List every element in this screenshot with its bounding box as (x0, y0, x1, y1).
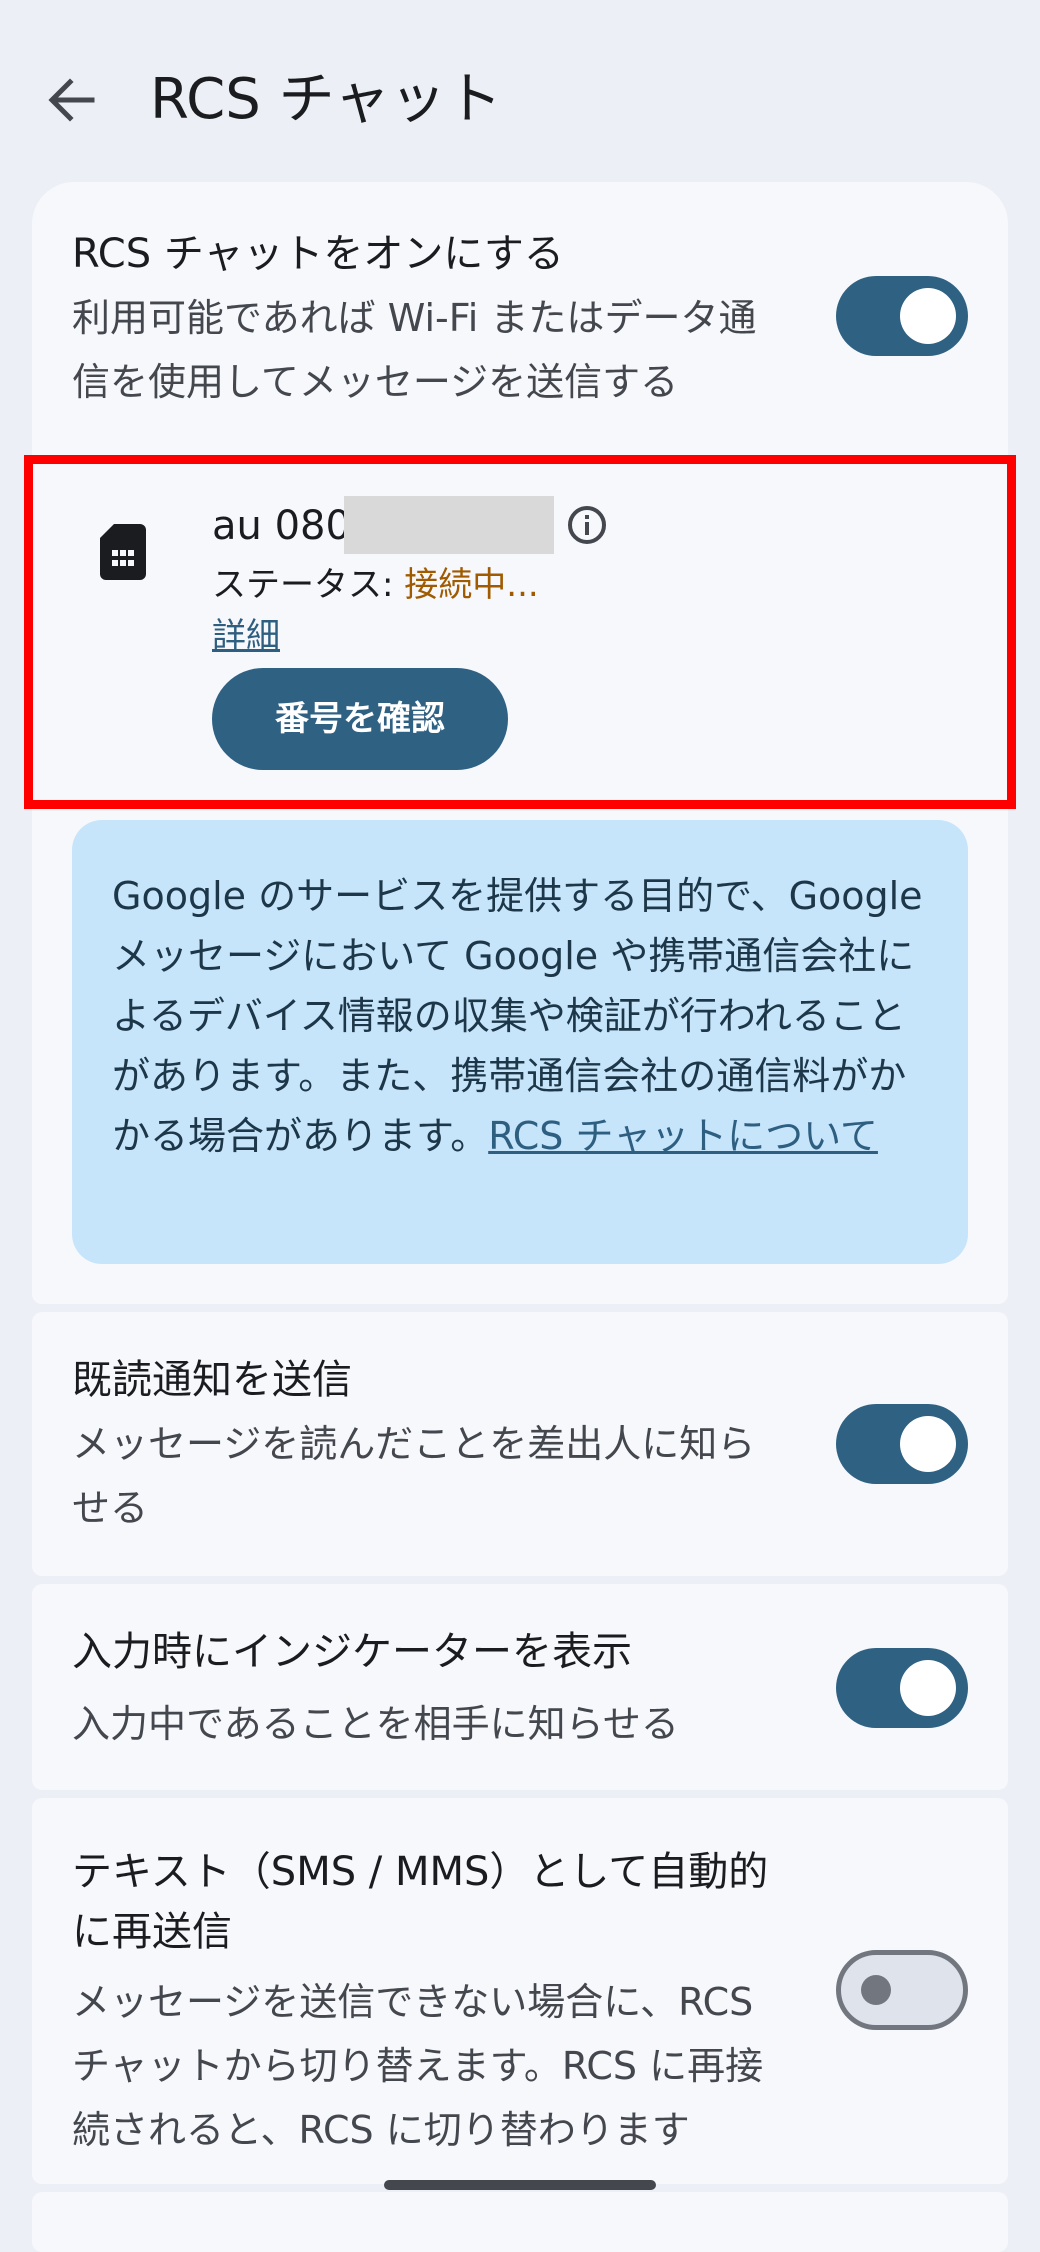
typing-indicator-title: 入力時にインジケーターを表示 (72, 1629, 632, 1675)
redacted-phone-number (344, 496, 554, 554)
notice-box: Google のサービスを提供する目的で、Google メッセージにおいて Go… (72, 820, 968, 1264)
app-bar: RCS チャット (0, 0, 1040, 200)
details-link[interactable]: 詳細 (212, 610, 280, 662)
switch-thumb (900, 1416, 956, 1472)
auto-resend-switch[interactable] (836, 1950, 968, 2030)
sim-status: ステータス: 接続中... (212, 558, 539, 612)
rcs-chat-switch[interactable] (836, 276, 968, 356)
back-button[interactable] (40, 68, 104, 132)
status-label: ステータス: (212, 565, 405, 605)
typing-indicator-switch[interactable] (836, 1648, 968, 1728)
read-receipts-title: 既読通知を送信 (72, 1357, 352, 1403)
rcs-toggle-title: RCS チャットをオンにする (72, 231, 564, 277)
next-settings-card (32, 2192, 1008, 2252)
auto-resend-title: テキスト（SMS / MMS）として自動的に再送信 (72, 1849, 769, 1955)
switch-thumb (900, 1660, 956, 1716)
notice-text: Google のサービスを提供する目的で、Google メッセージにおいて Go… (112, 866, 942, 1166)
gesture-nav-bar[interactable] (384, 2180, 656, 2190)
status-value: 接続中... (404, 565, 539, 605)
page-title: RCS チャット (150, 67, 503, 132)
carrier-number: au 080 (212, 503, 351, 549)
sim-card-icon (100, 524, 146, 580)
read-receipts-subtitle: メッセージを読んだことを差出人に知らせる (72, 1422, 756, 1530)
arrow-back-icon (48, 78, 95, 122)
switch-thumb (900, 288, 956, 344)
switch-thumb (861, 1975, 891, 2005)
typing-indicator-subtitle: 入力中であることを相手に知らせる (72, 1702, 679, 1746)
auto-resend-subtitle: メッセージを送信できない場合に、RCS チャットから切り替えます。RCS に再接… (72, 1980, 764, 2152)
rcs-toggle-subtitle: 利用可能であれば Wi-Fi またはデータ通信を使用してメッセージを送信する (72, 296, 757, 404)
info-icon[interactable] (566, 504, 608, 546)
verify-number-button[interactable]: 番号を確認 (212, 668, 508, 770)
read-receipts-switch[interactable] (836, 1404, 968, 1484)
rcs-about-link[interactable]: RCS チャットについて (488, 1114, 878, 1158)
